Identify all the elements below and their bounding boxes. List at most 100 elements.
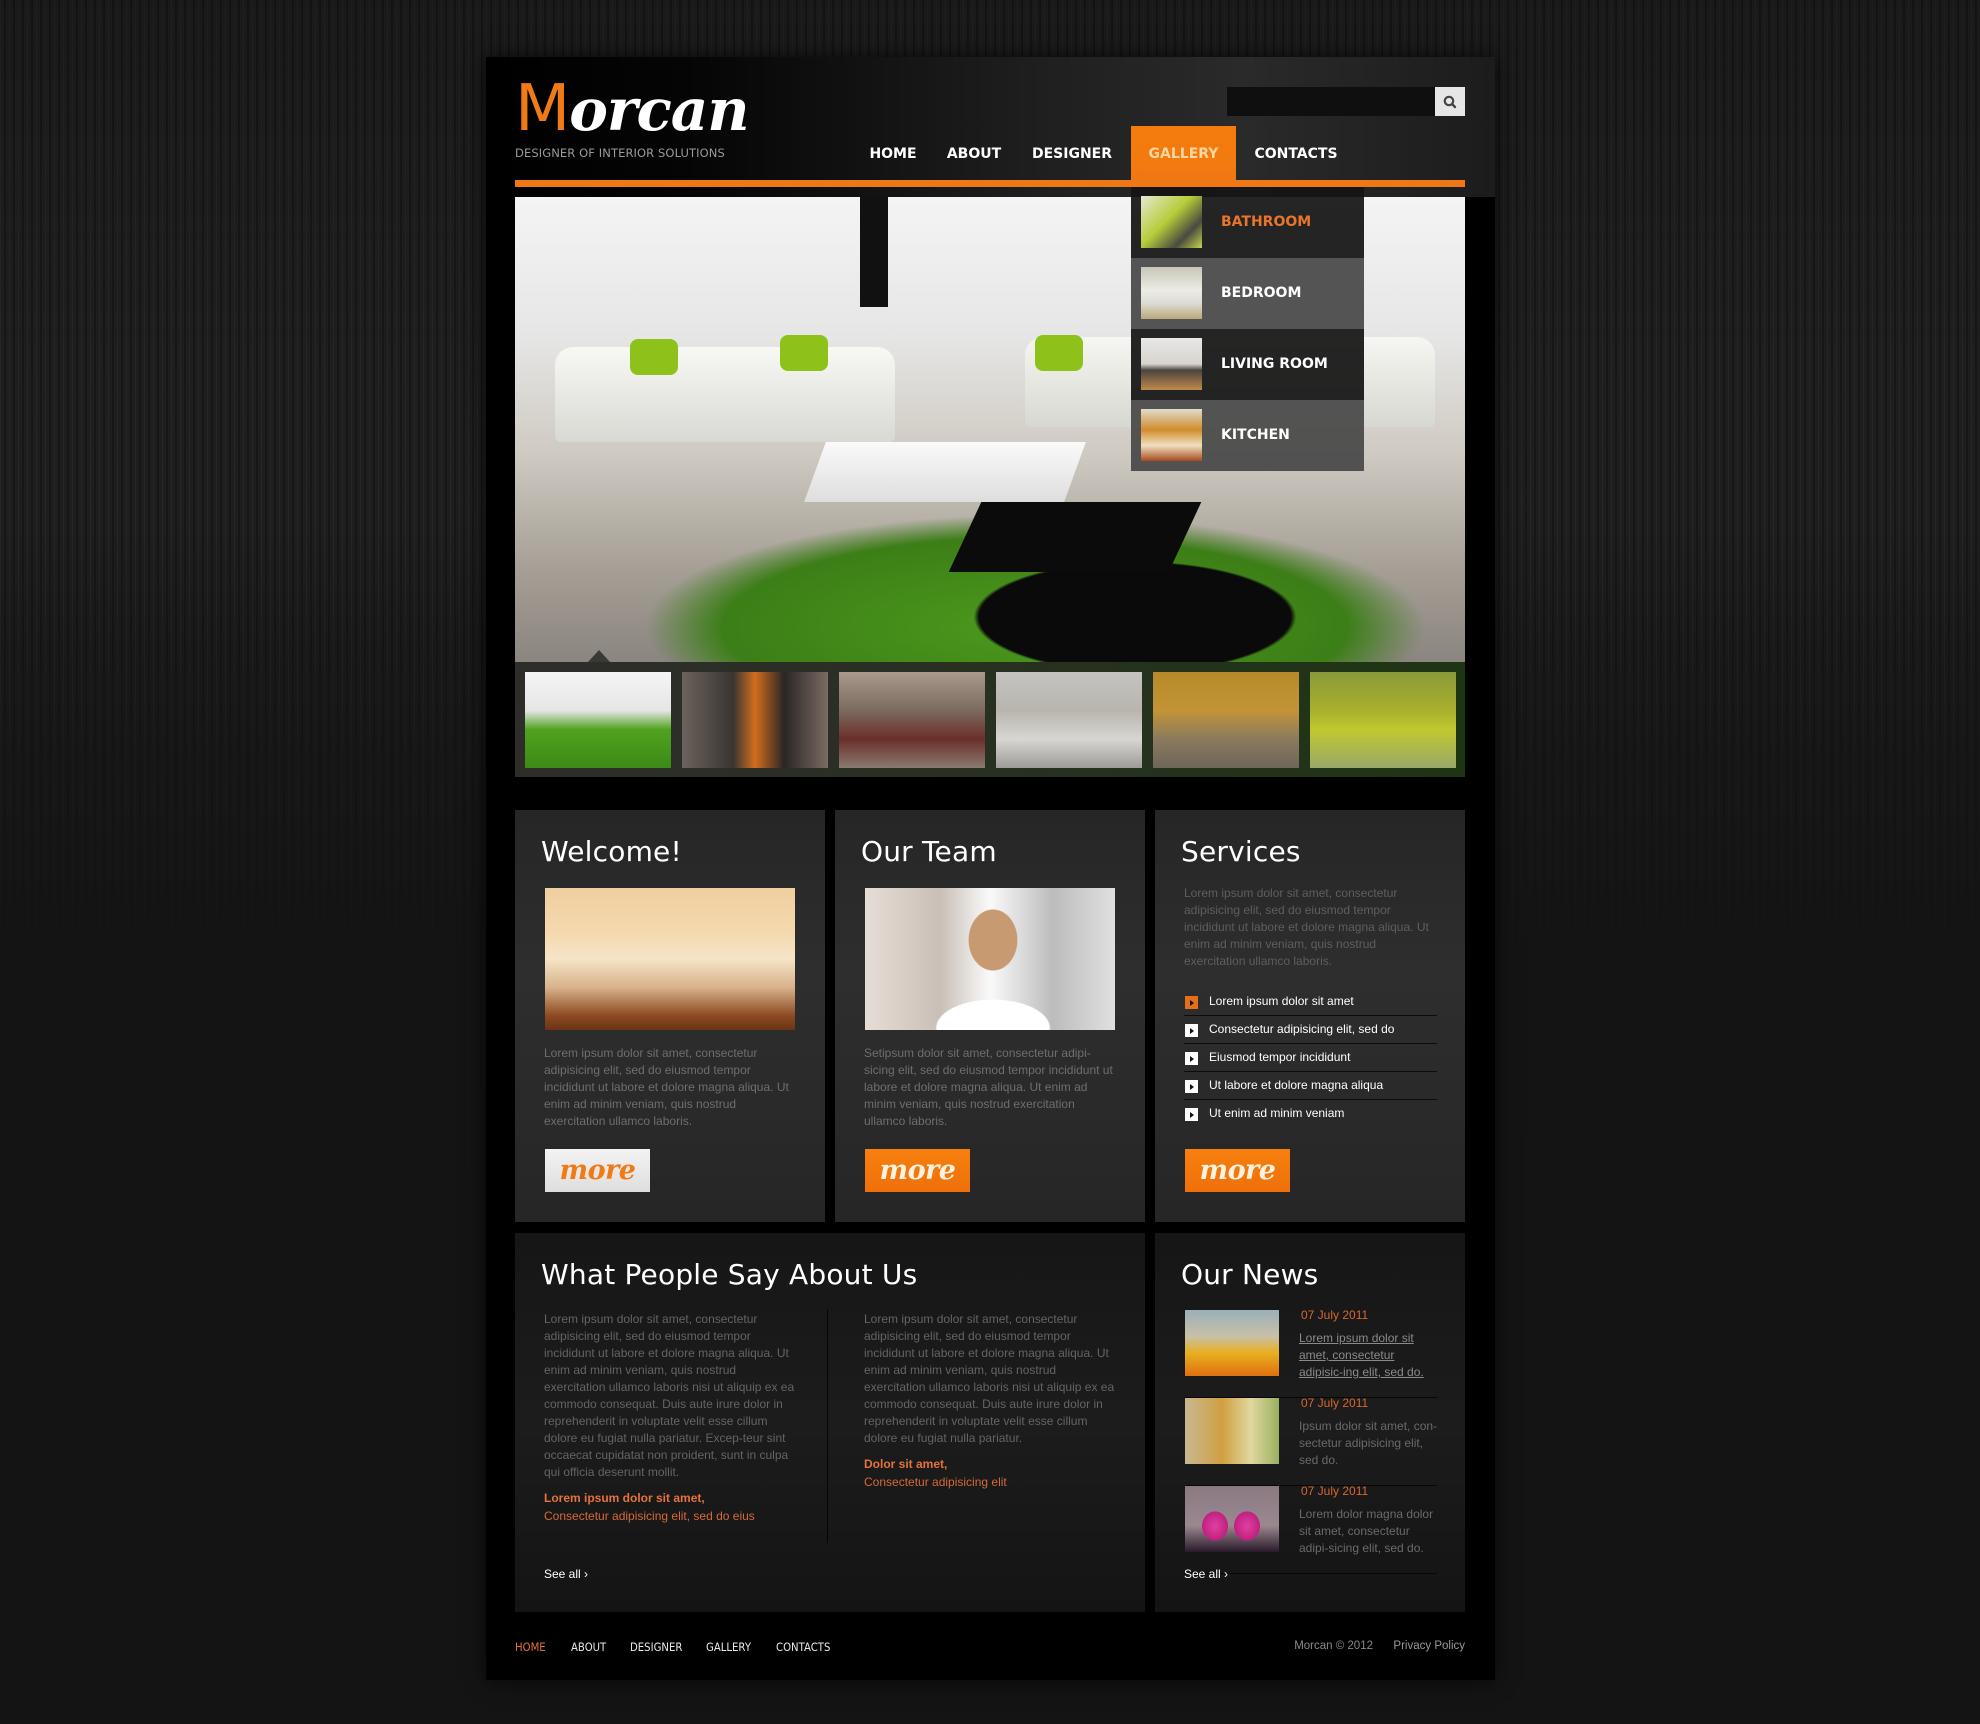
news-date: 07 July 2011: [1301, 1484, 1369, 1498]
thumbnail-strip: [515, 650, 1465, 777]
thumbnail-1[interactable]: [525, 672, 671, 768]
services-list: Lorem ipsum dolor sit amet Consectetur a…: [1184, 988, 1437, 1128]
search-button[interactable]: [1435, 87, 1465, 116]
news-title: Our News: [1181, 1258, 1319, 1291]
privacy-policy-link[interactable]: Privacy Policy: [1393, 1640, 1465, 1652]
news-item: 07 July 2011 Ipsum dolor sit amet, con-s…: [1184, 1396, 1437, 1486]
arrow-bullet-icon: [1185, 1024, 1198, 1037]
services-item-label: Consectetur adipisicing elit, sed do: [1209, 1022, 1395, 1036]
testimonial-author: Lorem ipsum dolor sit amet,: [544, 1491, 705, 1505]
dropdown-item-bathroom[interactable]: BATHROOM: [1131, 187, 1364, 258]
logo-initial: M: [515, 72, 570, 146]
services-item[interactable]: Eiusmod tempor incididunt: [1184, 1044, 1437, 1072]
news-date: 07 July 2011: [1301, 1308, 1369, 1322]
gallery-dropdown: BATHROOM BEDROOM LIVING ROOM KITCHEN: [1131, 187, 1364, 471]
welcome-more-button[interactable]: more: [545, 1149, 650, 1192]
news-thumbnail[interactable]: [1185, 1310, 1279, 1376]
dropdown-item-living-room[interactable]: LIVING ROOM: [1131, 329, 1364, 400]
services-item-label: Lorem ipsum dolor sit amet: [1209, 994, 1354, 1008]
news-date: 07 July 2011: [1301, 1396, 1369, 1410]
services-item[interactable]: Lorem ipsum dolor sit amet: [1184, 988, 1437, 1016]
testimonial-author: Dolor sit amet,: [864, 1457, 948, 1471]
footer: HOME ABOUT DESIGNER GALLERY CONTACTS Mor…: [515, 1640, 1465, 1660]
dropdown-label: BEDROOM: [1221, 285, 1302, 301]
welcome-title: Welcome!: [541, 835, 682, 868]
living-room-thumbnail: [1141, 338, 1202, 390]
nav-home[interactable]: HOME: [858, 126, 928, 180]
testimonial-role: Consectetur adipisicing elit, sed do eiu…: [544, 1509, 755, 1523]
team-title: Our Team: [861, 835, 997, 868]
testimonial-text: Lorem ipsum dolor sit amet, consectetur …: [864, 1312, 1115, 1445]
dropdown-label: LIVING ROOM: [1221, 356, 1328, 372]
news-thumbnail[interactable]: [1185, 1398, 1279, 1464]
news-item: 07 July 2011 Lorem ipsum dolor sit amet,…: [1184, 1308, 1437, 1398]
active-thumb-pointer: [588, 650, 610, 662]
news-thumbnail[interactable]: [1185, 1486, 1279, 1552]
logo[interactable]: Morcan: [515, 77, 750, 141]
news-item: 07 July 2011 Lorem dolor magna dolor sit…: [1184, 1484, 1437, 1574]
bathroom-thumbnail: [1141, 196, 1202, 248]
black-table: [948, 502, 1202, 572]
arrow-bullet-icon: [1185, 996, 1198, 1009]
copyright: Morcan © 2012: [1294, 1640, 1373, 1652]
nav-designer[interactable]: DESIGNER: [1022, 126, 1122, 180]
services-title: Services: [1181, 835, 1301, 868]
arrow-bullet-icon: [1185, 1108, 1198, 1121]
thumbnail-2[interactable]: [682, 672, 828, 768]
window-frame: [860, 197, 888, 307]
nav-gallery[interactable]: GALLERY: [1131, 126, 1236, 180]
news-see-all-link[interactable]: See all ›: [1184, 1567, 1228, 1581]
nav-contacts[interactable]: CONTACTS: [1246, 126, 1346, 180]
team-more-button[interactable]: more: [865, 1149, 970, 1192]
testimonial-divider: [827, 1309, 828, 1543]
services-item-label: Ut enim ad minim veniam: [1209, 1106, 1345, 1120]
dropdown-item-bedroom[interactable]: BEDROOM: [1131, 258, 1364, 329]
tagline: DESIGNER OF INTERIOR SOLUTIONS: [515, 146, 725, 160]
sofa-left: [555, 335, 895, 442]
arrow-bullet-icon: [1185, 1052, 1198, 1065]
testimonials-box: What People Say About Us Lorem ipsum dol…: [515, 1233, 1145, 1612]
search-input[interactable]: [1227, 87, 1435, 116]
pillow: [780, 335, 828, 371]
testimonials-see-all-link[interactable]: See all ›: [544, 1567, 588, 1581]
footer-link-contacts[interactable]: CONTACTS: [776, 1640, 830, 1654]
testimonial-text: Lorem ipsum dolor sit amet, consectetur …: [544, 1312, 795, 1479]
testimonials-title: What People Say About Us: [541, 1258, 918, 1291]
services-item[interactable]: Ut enim ad minim veniam: [1184, 1100, 1437, 1128]
footer-link-about[interactable]: ABOUT: [571, 1640, 606, 1654]
footer-link-home[interactable]: HOME: [515, 1640, 546, 1654]
nav-about[interactable]: ABOUT: [939, 126, 1009, 180]
page-container: Morcan DESIGNER OF INTERIOR SOLUTIONS HO…: [486, 57, 1495, 1680]
team-box: Our Team Setipsum dolor sit amet, consec…: [835, 810, 1145, 1222]
welcome-image: [545, 888, 795, 1030]
thumbnail-4[interactable]: [996, 672, 1142, 768]
search-icon: [1443, 95, 1457, 108]
thumbnail-5[interactable]: [1153, 672, 1299, 768]
footer-link-gallery[interactable]: GALLERY: [706, 1640, 751, 1654]
thumbnail-3[interactable]: [839, 672, 985, 768]
services-item[interactable]: Consectetur adipisicing elit, sed do: [1184, 1016, 1437, 1044]
services-more-button[interactable]: more: [1185, 1149, 1290, 1192]
team-text: Setipsum dolor sit amet, consectetur adi…: [864, 1046, 1113, 1128]
logo-text: orcan: [569, 76, 749, 144]
services-text: Lorem ipsum dolor sit amet, consectetur …: [1184, 886, 1429, 968]
thumbnail-6[interactable]: [1310, 672, 1456, 768]
news-text: Lorem dolor magna dolor sit amet, consec…: [1299, 1507, 1434, 1555]
bedroom-thumbnail: [1141, 267, 1202, 319]
news-link[interactable]: Lorem ipsum dolor sit amet, consectetur …: [1299, 1330, 1441, 1381]
pillow: [1035, 335, 1083, 371]
kitchen-thumbnail: [1141, 409, 1202, 461]
testimonial-1: Lorem ipsum dolor sit amet, consectetur …: [544, 1311, 799, 1525]
nav-underline: [515, 180, 1465, 187]
testimonial-role: Consectetur adipisicing elit: [864, 1475, 1007, 1489]
services-item-label: Ut labore et dolore magna aliqua: [1209, 1078, 1384, 1092]
footer-link-designer[interactable]: DESIGNER: [630, 1640, 682, 1654]
search-bar: [1227, 87, 1465, 116]
news-box: Our News 07 July 2011 Lorem ipsum dolor …: [1155, 1233, 1465, 1612]
dropdown-item-kitchen[interactable]: KITCHEN: [1131, 400, 1364, 471]
news-text: Ipsum dolor sit amet, con-sectetur adipi…: [1299, 1419, 1438, 1467]
white-table: [804, 442, 1086, 502]
team-image: [865, 888, 1115, 1030]
testimonial-2: Lorem ipsum dolor sit amet, consectetur …: [864, 1311, 1119, 1491]
services-item[interactable]: Ut labore et dolore magna aliqua: [1184, 1072, 1437, 1100]
